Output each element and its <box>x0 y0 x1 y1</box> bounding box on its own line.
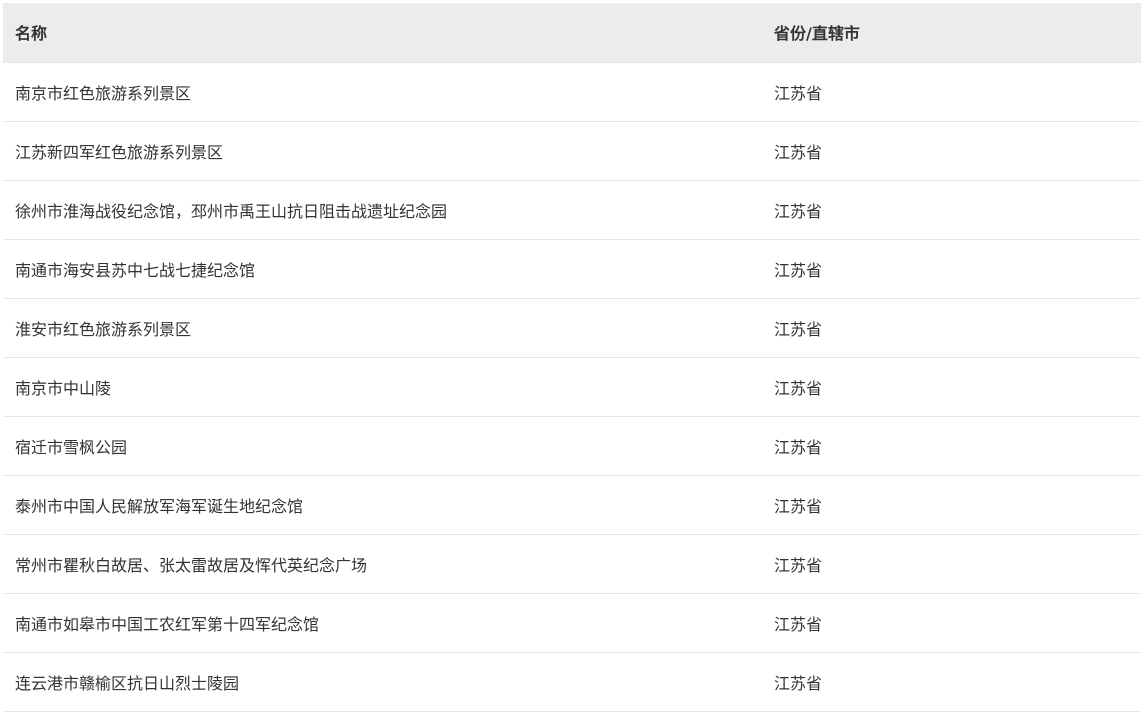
cell-province: 江苏省 <box>774 496 823 516</box>
table-row: 南京市红色旅游系列景区 江苏省 <box>3 62 1141 121</box>
cell-name: 连云港市赣榆区抗日山烈士陵园 <box>15 673 240 693</box>
cell-province: 江苏省 <box>774 142 823 162</box>
sites-table-container: 名称 省份/直辖市 南京市红色旅游系列景区 江苏省 江苏新四军红色旅游系列景区 … <box>3 3 1141 712</box>
cell-name: 徐州市淮海战役纪念馆，邳州市禹王山抗日阻击战遗址纪念园 <box>15 201 448 221</box>
cell-province: 江苏省 <box>774 673 823 693</box>
cell-name: 淮安市红色旅游系列景区 <box>15 319 192 339</box>
table-row: 泰州市中国人民解放军海军诞生地纪念馆 江苏省 <box>3 475 1141 534</box>
cell-province: 江苏省 <box>774 437 823 457</box>
table-row: 淮安市红色旅游系列景区 江苏省 <box>3 298 1141 357</box>
table-row: 江苏新四军红色旅游系列景区 江苏省 <box>3 121 1141 180</box>
table-header-row: 名称 省份/直辖市 <box>3 3 1141 62</box>
cell-province: 江苏省 <box>774 201 823 221</box>
table-row: 南通市如皋市中国工农红军第十四军纪念馆 江苏省 <box>3 593 1141 652</box>
cell-name: 泰州市中国人民解放军海军诞生地纪念馆 <box>15 496 304 516</box>
cell-name: 南京市中山陵 <box>15 378 112 398</box>
cell-name: 南通市如皋市中国工农红军第十四军纪念馆 <box>15 614 320 634</box>
column-header-province: 省份/直辖市 <box>774 24 860 44</box>
cell-name: 常州市瞿秋白故居、张太雷故居及恽代英纪念广场 <box>15 555 368 575</box>
cell-name: 宿迁市雪枫公园 <box>15 437 128 457</box>
table-row: 徐州市淮海战役纪念馆，邳州市禹王山抗日阻击战遗址纪念园 江苏省 <box>3 180 1141 239</box>
column-header-name: 名称 <box>15 24 48 44</box>
cell-province: 江苏省 <box>774 614 823 634</box>
table-row: 常州市瞿秋白故居、张太雷故居及恽代英纪念广场 江苏省 <box>3 534 1141 593</box>
cell-province: 江苏省 <box>774 83 823 103</box>
cell-name: 江苏新四军红色旅游系列景区 <box>15 142 224 162</box>
table-row: 南京市中山陵 江苏省 <box>3 357 1141 416</box>
table-row: 宿迁市雪枫公园 江苏省 <box>3 416 1141 475</box>
table-row: 南通市海安县苏中七战七捷纪念馆 江苏省 <box>3 239 1141 298</box>
cell-name: 南通市海安县苏中七战七捷纪念馆 <box>15 260 256 280</box>
cell-province: 江苏省 <box>774 378 823 398</box>
cell-province: 江苏省 <box>774 555 823 575</box>
table-body: 南京市红色旅游系列景区 江苏省 江苏新四军红色旅游系列景区 江苏省 徐州市淮海战… <box>3 62 1141 711</box>
table-header: 名称 省份/直辖市 <box>3 3 1141 62</box>
cell-name: 南京市红色旅游系列景区 <box>15 83 192 103</box>
cell-province: 江苏省 <box>774 319 823 339</box>
cell-province: 江苏省 <box>774 260 823 280</box>
sites-table: 名称 省份/直辖市 南京市红色旅游系列景区 江苏省 江苏新四军红色旅游系列景区 … <box>3 3 1141 712</box>
table-row: 连云港市赣榆区抗日山烈士陵园 江苏省 <box>3 652 1141 711</box>
